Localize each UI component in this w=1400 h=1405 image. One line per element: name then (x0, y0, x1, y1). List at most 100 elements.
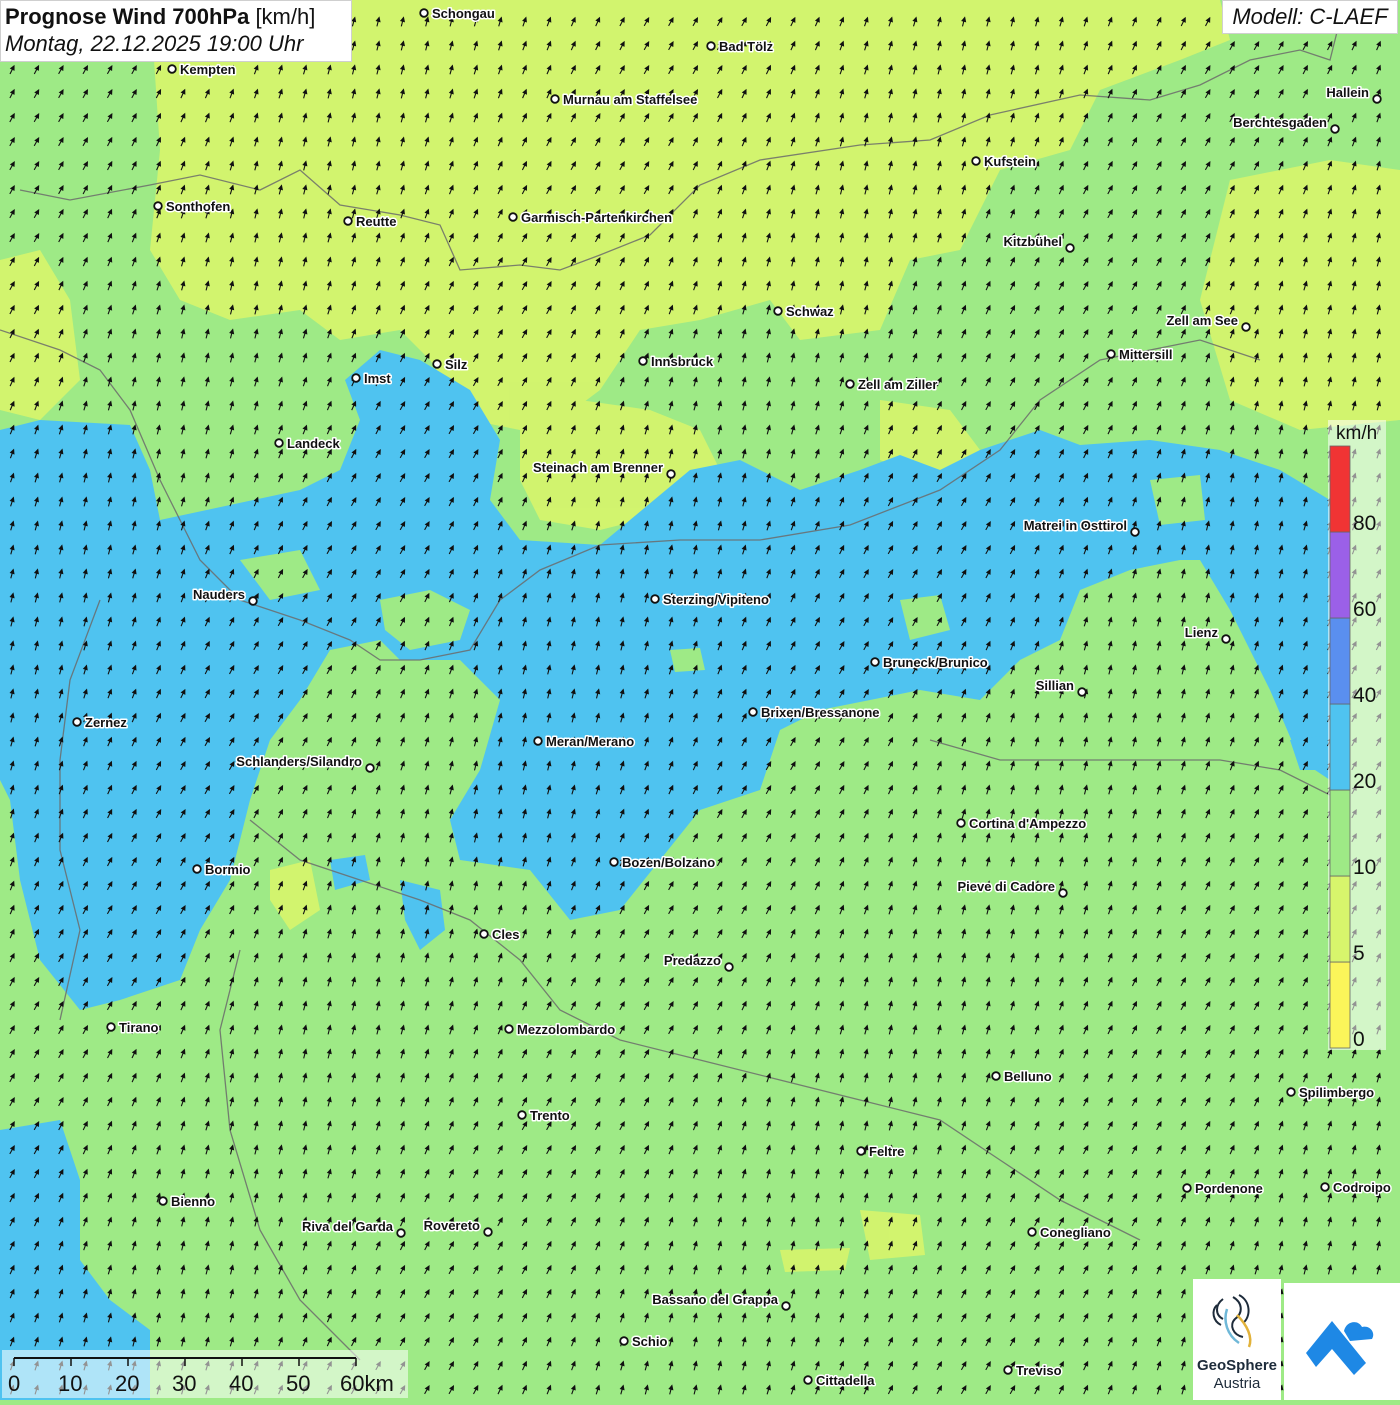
city-marker (479, 929, 489, 939)
city-marker (1330, 124, 1340, 134)
city-marker (1106, 349, 1116, 359)
city-label: Belluno (1004, 1069, 1052, 1084)
logo-name-line1: GeoSphere (1196, 1357, 1278, 1374)
legend-color-block (1329, 875, 1351, 963)
city-label: Spilimbergo (1299, 1085, 1374, 1100)
city-label: Bad Tölz (719, 39, 774, 54)
legend-color-block (1329, 703, 1351, 791)
mountain-cloud-icon (1306, 1321, 1374, 1375)
city-marker (1058, 888, 1068, 898)
city-label: Schwaz (786, 304, 834, 319)
city-marker (666, 469, 676, 479)
city-marker (483, 1227, 493, 1237)
city-label: Berchtesgaden (1233, 115, 1327, 130)
map-title-unit: [km/h] (255, 4, 316, 29)
city-marker (274, 438, 284, 448)
legend-color-block (1329, 617, 1351, 705)
city-marker (748, 707, 758, 717)
city-marker (971, 156, 981, 166)
logo-name-line2: Austria (1213, 1375, 1261, 1392)
city-marker (106, 1022, 116, 1032)
city-label: Landeck (287, 436, 341, 451)
city-label: Murnau am Staffelsee (563, 92, 697, 107)
legend-color-block (1329, 531, 1351, 619)
city-marker (956, 818, 966, 828)
map-title-bold: Prognose Wind 700hPa (5, 4, 250, 29)
city-marker (550, 94, 560, 104)
city-label: Hallein (1326, 85, 1369, 100)
city-label: Kufstein (984, 154, 1036, 169)
scale-label-10: 10 (58, 1371, 83, 1396)
legend-label: 60 (1353, 598, 1376, 621)
city-marker (650, 594, 660, 604)
city-marker (365, 763, 375, 773)
scale-bar-line (13, 1357, 357, 1366)
city-label: Zell am See (1166, 313, 1238, 328)
city-label: Cortina d'Ampezzo (969, 816, 1086, 831)
city-marker (773, 306, 783, 316)
city-label: Zell am Ziller (858, 377, 937, 392)
city-marker (432, 359, 442, 369)
legend-scale: 0 5 10 20 40 60 80 (1329, 445, 1376, 1051)
city-label: Garmisch-Partenkirchen (521, 210, 672, 225)
city-marker (158, 1196, 168, 1206)
city-marker (1372, 94, 1382, 104)
city-marker (153, 201, 163, 211)
city-label: Feltre (869, 1144, 904, 1159)
legend-label: 5 (1353, 942, 1365, 965)
city-marker (343, 216, 353, 226)
city-label: Riva del Garda (302, 1219, 394, 1234)
city-marker (638, 356, 648, 366)
city-label: Reutte (356, 214, 396, 229)
city-label: Nauders (193, 587, 245, 602)
city-label: Bassano del Grappa (652, 1292, 778, 1307)
city-marker (1221, 634, 1231, 644)
legend-color-block (1329, 961, 1351, 1049)
city-label: Lienz (1185, 625, 1219, 640)
legend-label: 40 (1353, 684, 1376, 707)
city-marker (1027, 1227, 1037, 1237)
city-label: Imst (364, 371, 391, 386)
city-marker (1182, 1183, 1192, 1193)
scale-label-50: 50 (286, 1371, 311, 1396)
city-label: Brixen/Bressanone (761, 705, 880, 720)
city-marker (1320, 1182, 1330, 1192)
city-marker (504, 1024, 514, 1034)
city-label: Trento (530, 1108, 570, 1123)
city-marker (419, 8, 429, 18)
city-marker (508, 212, 518, 222)
scale-label-0: 0 (8, 1371, 21, 1396)
city-label: Rovereto (424, 1218, 480, 1233)
city-label: Treviso (1016, 1363, 1062, 1378)
city-label: Cles (492, 927, 519, 942)
city-marker (192, 864, 202, 874)
city-marker (991, 1071, 1001, 1081)
city-label: Innsbruck (651, 354, 714, 369)
city-label: Sterzing/Vipiteno (663, 592, 769, 607)
legend-label: 10 (1353, 856, 1376, 879)
city-label: Bormio (205, 862, 251, 877)
scale-label-30: 30 (172, 1371, 197, 1396)
model-label: Modell: C-LAEF (1222, 0, 1398, 34)
legend-color-block (1329, 789, 1351, 877)
city-marker (396, 1228, 406, 1238)
city-label: Cittadella (816, 1373, 875, 1388)
city-marker (1130, 527, 1140, 537)
city-label: Meran/Merano (546, 734, 634, 749)
city-marker (609, 857, 619, 867)
city-label: Bruneck/Brunico (883, 655, 988, 670)
city-marker (533, 736, 543, 746)
city-marker (724, 962, 734, 972)
city-marker (706, 41, 716, 51)
scale-label-20: 20 (115, 1371, 140, 1396)
city-marker (1286, 1087, 1296, 1097)
wind-forecast-map: Schongau Bad Tölz Kempten Murnau am Staffel… (0, 0, 1400, 1400)
city-label: Silz (445, 357, 468, 372)
scale-label-60km: 60km (340, 1371, 394, 1396)
geosphere-emblem-icon (1212, 1294, 1252, 1348)
geosphere-logo: GeoSphere Austria (1193, 1279, 1281, 1400)
city-label: Zernez (85, 715, 127, 730)
city-marker (517, 1110, 527, 1120)
city-label: Kitzbühel (1004, 234, 1063, 249)
city-marker (1077, 687, 1087, 697)
